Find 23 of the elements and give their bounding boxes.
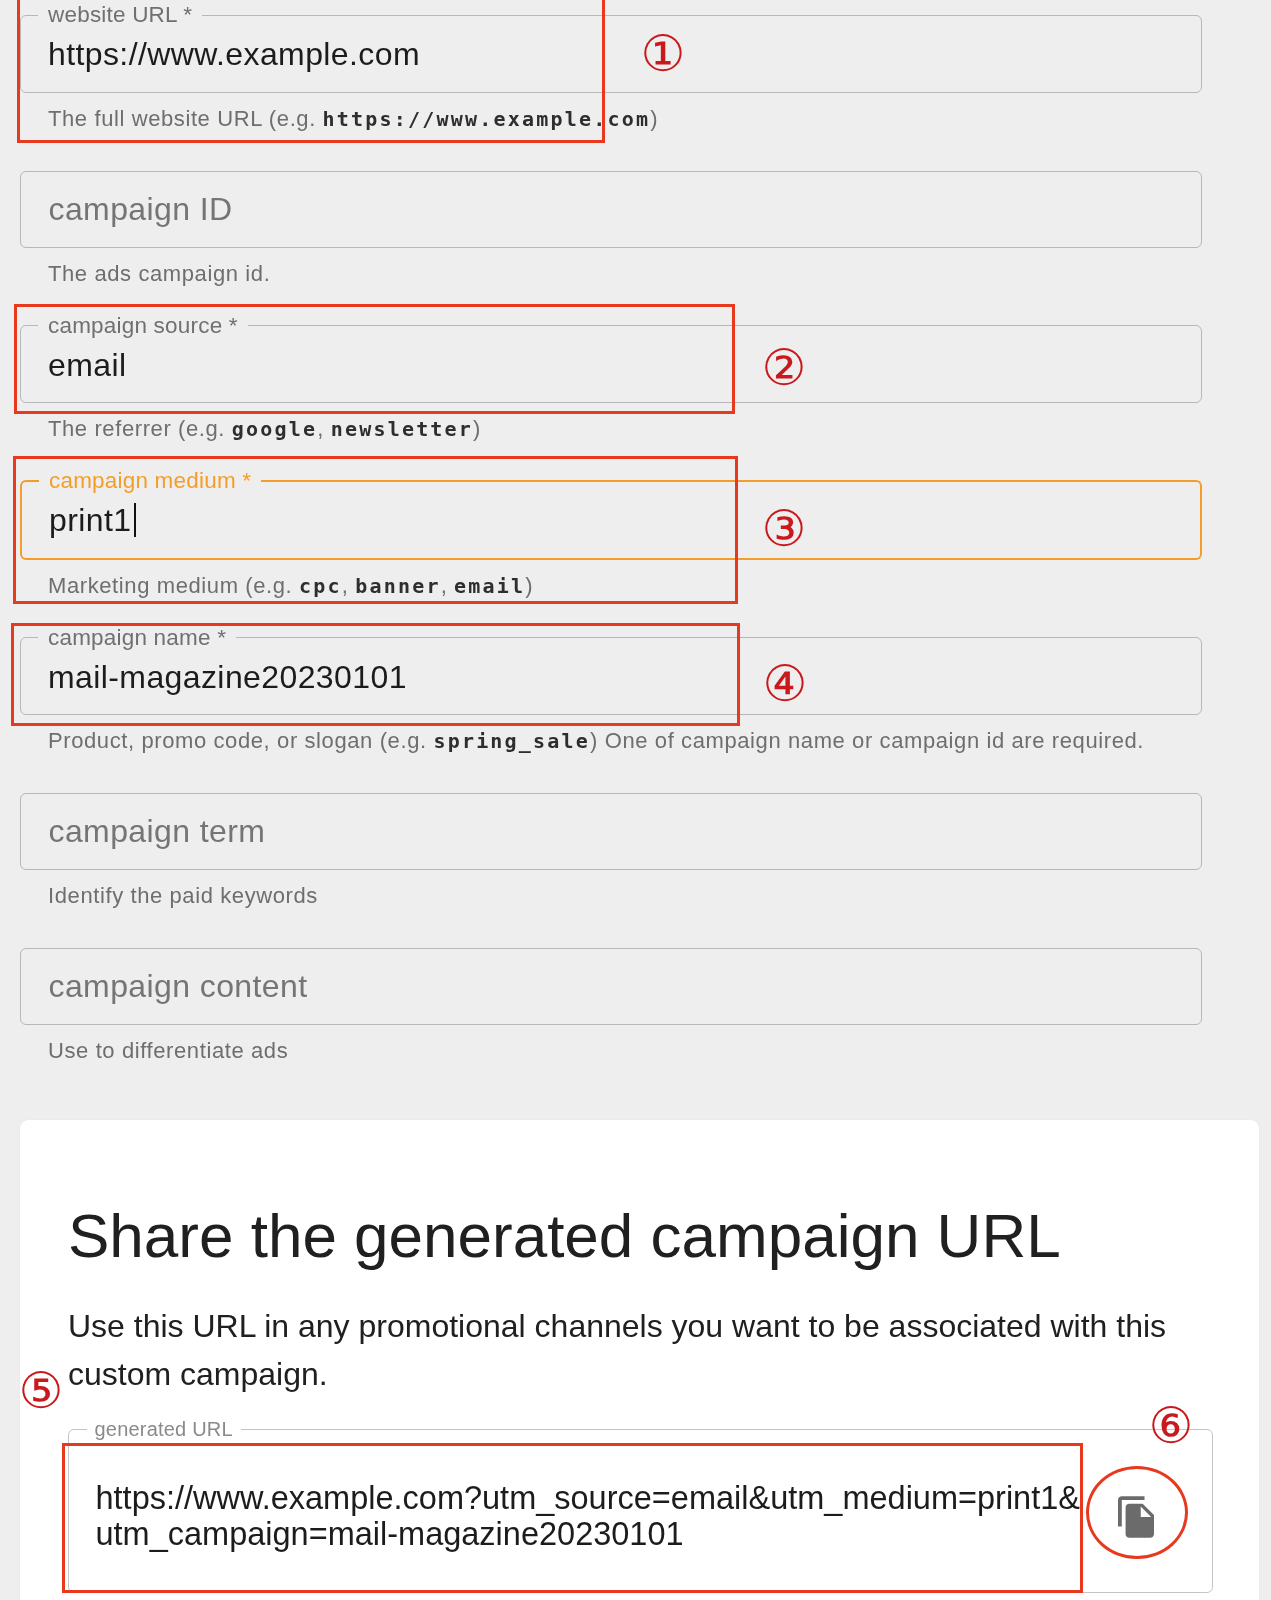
helper-text: Marketing medium (e.g. cpc, banner, email) — [48, 572, 535, 599]
helper-text: Use to differentiate ads — [48, 1038, 290, 1064]
annotation-number: ④ — [762, 659, 808, 709]
helper-text: The ads campaign id. — [48, 260, 272, 287]
helper-text: Product, promo code, or slogan (e.g. spring_sale) One of campaign name or campaign id are required. — [48, 728, 1146, 754]
text-field[interactable]: campaign term — [20, 793, 1202, 870]
field-label: campaign name * — [47, 626, 228, 649]
description-text: Use this URL in any promotional channels you want to be associated with this custom campaign. — [68, 1307, 1168, 1394]
annotation-number: ① — [640, 29, 686, 79]
annotation-number: ③ — [761, 504, 807, 554]
helper-text: The referrer (e.g. google, newsletter) — [48, 416, 483, 442]
field-label: website URL * — [47, 4, 194, 26]
field-label: campaign source * — [47, 314, 239, 337]
text-field[interactable]: campaign ID — [20, 170, 1202, 248]
copy-icon — [1117, 1495, 1154, 1538]
field-label: campaign medium * — [48, 470, 253, 492]
card-title: Share the generated campaign URL — [68, 1200, 1062, 1272]
text-field[interactable]: campaign content — [20, 948, 1202, 1025]
text-cursor-icon — [134, 503, 137, 537]
field-label: generated URL — [93, 1419, 234, 1439]
annotation-number: ⑤ — [18, 1366, 64, 1416]
annotation-number: ② — [761, 343, 807, 393]
helper-text: Identify the paid keywords — [48, 883, 319, 909]
